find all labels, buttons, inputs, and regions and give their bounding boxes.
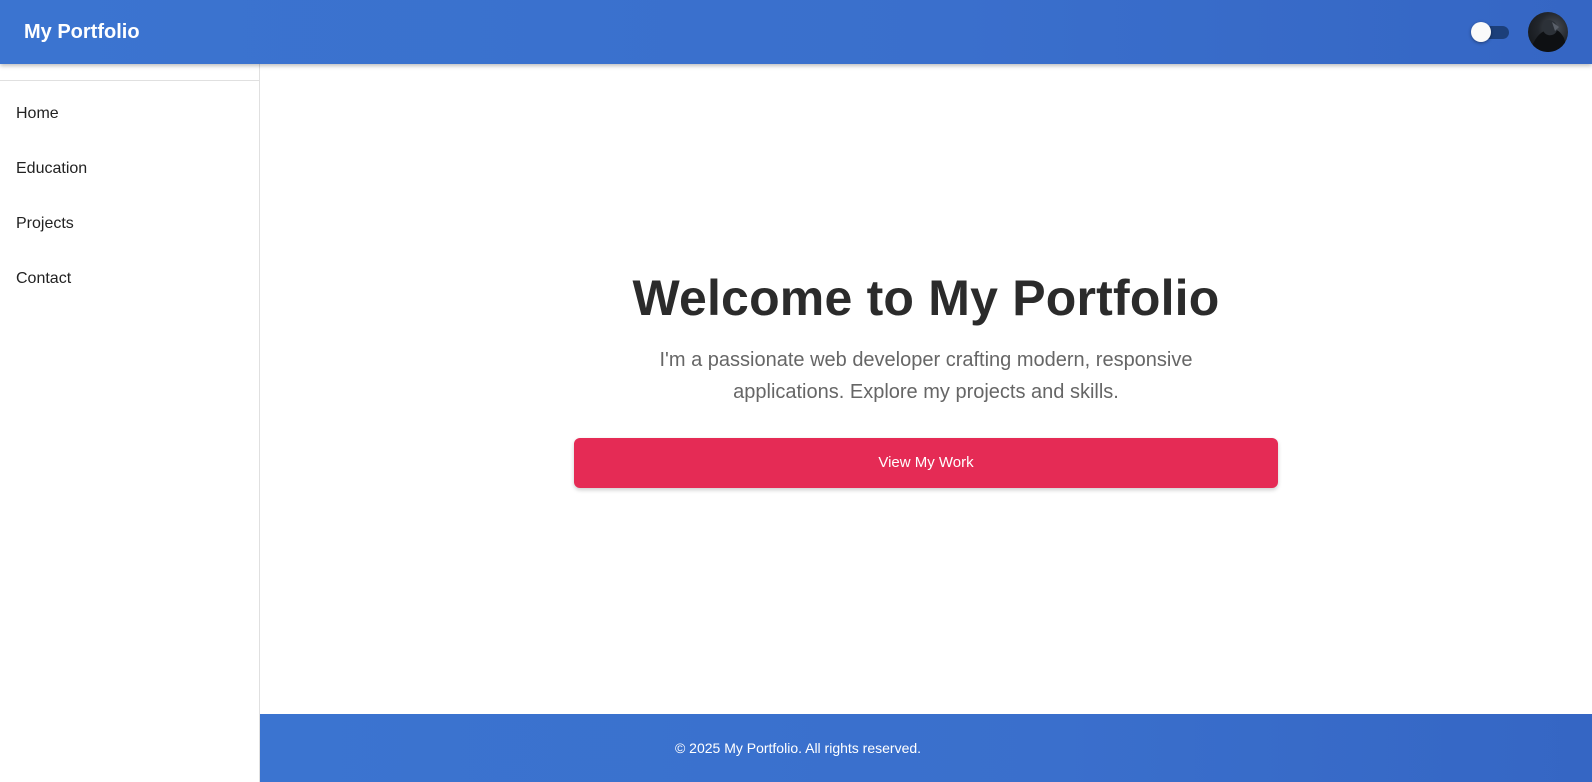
sidebar-divider [0,80,259,81]
view-my-work-button[interactable]: View My Work [574,438,1278,488]
footer-copyright: © 2025 My Portfolio. All rights reserved… [674,740,922,756]
theme-toggle-switch[interactable] [1471,22,1509,42]
hero-title: Welcome to My Portfolio [632,270,1220,326]
toggle-thumb [1471,22,1491,42]
main-content: Welcome to My Portfolio I'm a passionate… [260,64,1592,714]
app-bar: My Portfolio [0,0,1592,64]
sidebar: Home Education Projects Contact [0,64,260,782]
sidebar-item-contact[interactable]: Contact [0,255,259,303]
avatar[interactable] [1528,12,1568,52]
footer: © 2025 My Portfolio. All rights reserved… [260,714,1592,782]
sidebar-item-education[interactable]: Education [0,145,259,193]
app-title[interactable]: My Portfolio [24,0,140,64]
hero-subtitle: I'm a passionate web developer crafting … [659,349,1193,403]
sidebar-item-projects[interactable]: Projects [0,200,259,248]
sidebar-item-home[interactable]: Home [0,90,259,138]
avatar-image [1528,20,1568,52]
